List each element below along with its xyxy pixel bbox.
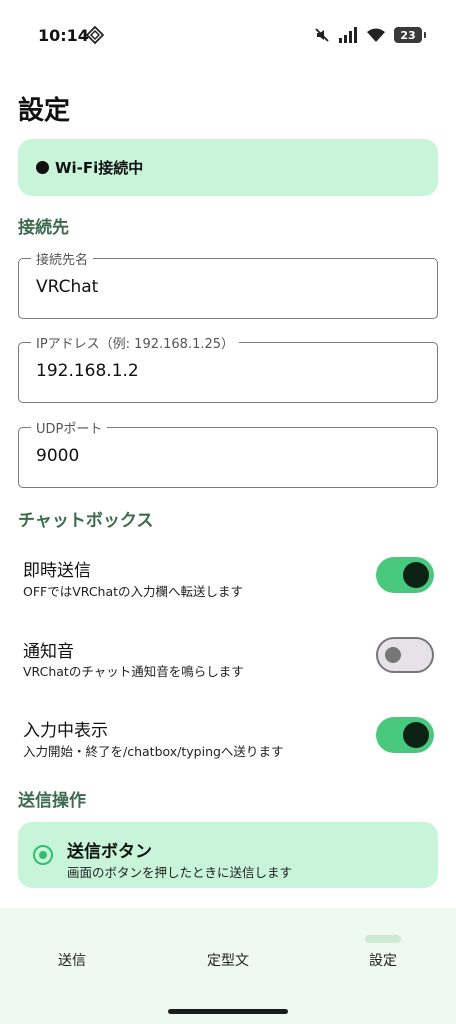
nav-item-send[interactable]: 送信 bbox=[32, 950, 112, 970]
connection-name-value: VRChat bbox=[36, 277, 99, 297]
status-time: 10:14 bbox=[38, 26, 89, 45]
udp-port-field[interactable]: UDPポート 9000 bbox=[18, 418, 438, 488]
switch-knob bbox=[403, 722, 429, 748]
udp-port-value: 9000 bbox=[36, 446, 80, 466]
notify-sound-switch[interactable] bbox=[376, 637, 434, 673]
connection-name-label: 接続先名 bbox=[31, 249, 94, 268]
switch-knob bbox=[385, 647, 401, 663]
connection-status-text: Wi-Fi接続中 bbox=[55, 159, 144, 177]
app-notification-icon bbox=[86, 26, 104, 44]
notify-sound-subtitle: VRChatのチャット通知音を鳴らします bbox=[23, 664, 244, 679]
nav-item-settings[interactable]: 設定 bbox=[343, 950, 423, 970]
wifi-icon bbox=[367, 28, 385, 42]
section-title-send-action: 送信操作 bbox=[18, 791, 86, 811]
instant-send-subtitle: OFFではVRChatの入力欄へ転送します bbox=[23, 584, 244, 599]
notify-sound-title: 通知音 bbox=[23, 642, 74, 662]
page-title: 設定 bbox=[18, 96, 71, 126]
nav-item-templates[interactable]: 定型文 bbox=[188, 950, 268, 970]
connection-status-card: Wi-Fi接続中 bbox=[18, 139, 438, 196]
instant-send-switch[interactable] bbox=[376, 557, 434, 593]
section-title-chatbox: チャットボックス bbox=[18, 511, 154, 531]
ip-address-field[interactable]: IPアドレス（例: 192.168.1.25） 192.168.1.2 bbox=[18, 333, 438, 403]
status-icons: 23 bbox=[314, 24, 426, 46]
status-dot-icon bbox=[36, 161, 49, 174]
udp-port-label: UDPポート bbox=[31, 418, 108, 437]
ip-address-value: 192.168.1.2 bbox=[36, 361, 139, 381]
connection-name-field[interactable]: 接続先名 VRChat bbox=[18, 249, 438, 319]
typing-indicator-title: 入力中表示 bbox=[23, 721, 108, 741]
send-option-subtitle: 画面のボタンを押したときに送信します bbox=[67, 865, 293, 880]
send-button-option[interactable]: 送信ボタン 画面のボタンを押したときに送信します bbox=[18, 822, 438, 888]
typing-indicator-subtitle: 入力開始・終了を/chatbox/typingへ送ります bbox=[23, 744, 284, 759]
bottom-navigation: 送信 定型文 設定 bbox=[0, 908, 456, 1024]
signal-icon bbox=[339, 27, 357, 43]
nav-active-indicator bbox=[365, 935, 401, 943]
section-title-connection: 接続先 bbox=[18, 218, 69, 238]
send-option-title: 送信ボタン bbox=[67, 842, 152, 862]
home-indicator[interactable] bbox=[168, 1009, 288, 1014]
typing-indicator-switch[interactable] bbox=[376, 717, 434, 753]
radio-selected-icon[interactable] bbox=[33, 845, 53, 865]
instant-send-title: 即時送信 bbox=[23, 561, 91, 581]
switch-knob bbox=[403, 562, 429, 588]
ip-address-label: IPアドレス（例: 192.168.1.25） bbox=[31, 333, 240, 352]
battery-icon: 23 bbox=[394, 27, 426, 43]
mute-icon bbox=[315, 28, 329, 42]
